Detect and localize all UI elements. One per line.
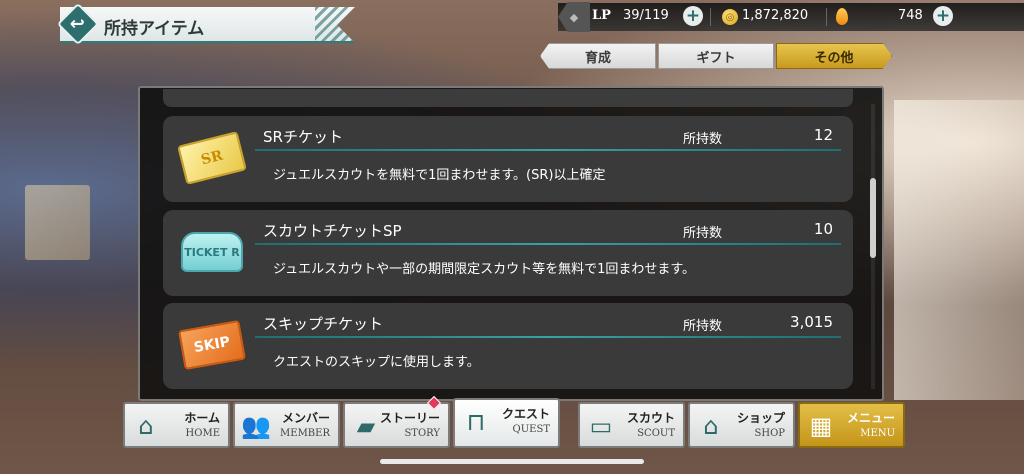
nav-scout-button[interactable]: ▭ スカウト SCOUT [578,402,685,448]
item-count-label: 所持数 [683,132,723,147]
item-description: ジュエルスカウトや一部の期間限定スカウト等を無料で1回まわせます。 [273,262,696,277]
bottom-navigation: ⌂ ホーム HOME 👥 メンバー MEMBER ▰ ストーリー STORY ⊓… [123,398,907,450]
list-item[interactable]: SR SRチケット 所持数 12 ジュエルスカウトを無料で1回まわせます。(SR… [163,116,853,202]
signpost-icon: ⊓ [466,408,486,436]
nav-label: クエスト [501,407,550,421]
page-title: 所持アイテム [104,19,205,39]
nav-menu-button[interactable]: ▦ メニュー MENU [798,402,905,448]
item-divider [255,243,841,245]
tab-other[interactable]: その他 [776,43,892,69]
nav-sublabel: STORY [404,428,440,439]
nav-sublabel: HOME [185,428,220,439]
item-count: 12 [813,126,833,144]
jewel-plus-button[interactable]: + [933,6,953,26]
nav-label: スカウト [626,411,675,425]
nav-sublabel: QUEST [512,424,550,435]
item-count-label: 所持数 [683,226,723,241]
currency-divider [710,8,711,26]
home-indicator[interactable] [380,459,644,464]
nav-sublabel: SHOP [754,428,786,439]
list-item[interactable]: SKIP スキップチケット 所持数 3,015 クエストのスキップに使用します。 [163,303,853,389]
item-count: 3,015 [790,313,833,331]
jewel-value: 748 [898,8,923,23]
coin-value: 1,872,820 [742,8,809,23]
item-count: 10 [813,220,833,238]
tab-training[interactable]: 育成 [540,43,656,69]
nav-sublabel: MEMBER [280,428,330,439]
nav-home-button[interactable]: ⌂ ホーム HOME [123,402,230,448]
list-item[interactable]: TICKET R スカウトチケットSP 所持数 10 ジュエルスカウトや一部の期… [163,210,853,296]
sr-ticket-icon: SR [177,131,247,185]
nav-label: ショップ [736,411,785,425]
nav-shop-button[interactable]: ⌂ ショップ SHOP [688,402,795,448]
coin-icon: ◎ [722,9,738,25]
item-name: スカウトチケットSP [263,222,402,240]
jewel-drop-icon [836,8,848,25]
lp-value: 39/119 [623,8,669,23]
home-icon: ⌂ [138,412,154,440]
list-top-edge [163,89,853,107]
scrollbar-thumb[interactable] [870,178,876,258]
lp-label: LP [592,8,611,23]
nav-label: メンバー [281,411,330,425]
item-divider [255,149,841,151]
skip-ticket-icon: SKIP [177,319,247,371]
tab-gift[interactable]: ギフト [658,43,774,69]
members-icon: 👥 [241,412,271,440]
scout-ticket-sp-icon: TICKET R [181,232,243,272]
item-count-label: 所持数 [683,319,723,334]
background-poster [25,185,90,260]
category-tabs: 育成 ギフト その他 [540,43,896,69]
item-name: SRチケット [263,128,343,146]
grid-icon: ▦ [809,412,833,440]
item-name: スキップチケット [263,315,384,333]
bus-icon: ▭ [589,412,613,440]
item-divider [255,336,841,338]
back-arrow-icon: ↩ [70,13,86,35]
nav-member-button[interactable]: 👥 メンバー MEMBER [233,402,340,448]
nav-sublabel: MENU [860,428,895,439]
nav-label: ホーム [184,411,220,425]
nav-label: メニュー [846,411,895,425]
nav-quest-button[interactable]: ⊓ クエスト QUEST [453,398,560,448]
currency-divider [826,8,827,26]
shop-icon: ⌂ [703,412,719,440]
item-description: ジュエルスカウトを無料で1回まわせます。(SR)以上確定 [273,168,606,183]
nav-sublabel: SCOUT [637,428,675,439]
book-icon: ▰ [356,412,376,440]
background-window [894,100,1024,400]
nav-label: ストーリー [379,411,440,425]
lp-plus-button[interactable]: + [683,6,703,26]
item-description: クエストのスキップに使用します。 [273,355,480,370]
